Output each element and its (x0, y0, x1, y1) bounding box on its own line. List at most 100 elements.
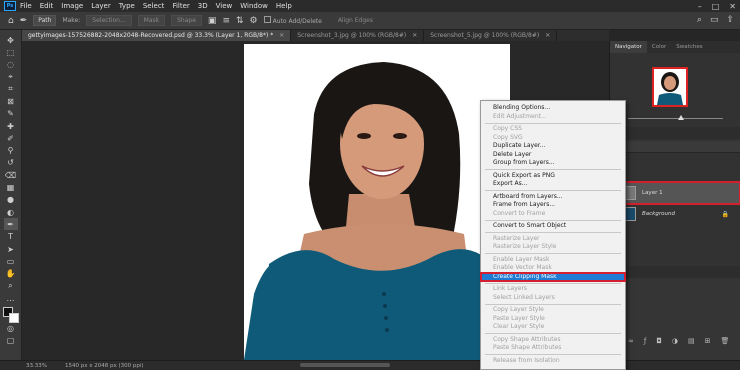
menu-separator (485, 354, 621, 355)
new-layer-icon[interactable]: ⊞ (705, 337, 711, 345)
history-brush-tool-icon[interactable]: ↺ (4, 157, 18, 169)
tab-label: gettyimages-157526882-2048x2048-Recovere… (28, 32, 274, 39)
move-tool-icon[interactable]: ✥ (4, 34, 18, 46)
layer-row-layer-1[interactable]: Layer 1 (622, 181, 740, 205)
fx-icon[interactable]: ƒ (644, 337, 646, 345)
path-operations-icon[interactable]: ▣ (208, 16, 217, 26)
menu-image[interactable]: Image (61, 2, 83, 10)
menu-item-create-clipping-mask[interactable]: Create Clipping Mask (480, 271, 626, 282)
quick-selection-tool-icon[interactable]: ⌖ (4, 71, 18, 83)
tab-label: Screenshot_3.jpg @ 100% (RGB/8#) (297, 32, 407, 39)
pen-tool-icon-sidebar[interactable]: ✒ (3, 218, 18, 231)
menu-layer[interactable]: Layer (91, 2, 111, 10)
tab-navigator[interactable]: Navigator (610, 41, 647, 53)
hand-tool-icon[interactable]: ✋ (4, 268, 18, 280)
horizontal-scrollbar[interactable] (300, 363, 390, 367)
quick-mask-icon[interactable]: ◎ (4, 323, 18, 335)
close-window-button[interactable]: ✕ (729, 2, 736, 11)
close-icon[interactable]: ✕ (279, 32, 284, 39)
minimize-button[interactable]: – (698, 2, 702, 11)
rectangle-tool-icon[interactable]: ▭ (4, 255, 18, 267)
menu-item-export-as[interactable]: Export As... (481, 180, 625, 189)
crop-tool-icon[interactable]: ⌗ (4, 83, 18, 95)
home-icon[interactable]: ⌂ (8, 16, 14, 26)
path-alignment-icon[interactable]: ≡ (222, 16, 230, 26)
menu-item-group-from-layers[interactable]: Group from Layers... (481, 159, 625, 168)
search-icon[interactable]: ⌕ (697, 15, 702, 25)
frame-tool-icon[interactable]: ⊠ (4, 95, 18, 107)
close-icon[interactable]: ✕ (545, 32, 550, 39)
navigator-thumbnail[interactable] (652, 67, 688, 107)
menu-item-edit-adjustment: Edit Adjustment... (493, 112, 547, 120)
workspace-icon[interactable]: ▭ (710, 15, 719, 25)
path-arrangement-icon[interactable]: ⇅ (236, 16, 244, 26)
lock-icon: 🔒 (721, 210, 729, 218)
menu-item-copy-shape-attributes: Copy Shape Attributes (493, 335, 561, 343)
menu-item-delete-layer[interactable]: Delete Layer (481, 151, 625, 160)
menu-item-artboard-from-layers[interactable]: Artboard from Layers... (481, 193, 625, 202)
menu-item-blending-options[interactable]: Blending Options... (481, 104, 625, 113)
eraser-tool-icon[interactable]: ⌫ (4, 169, 18, 181)
layer-row-background[interactable]: Background 🔒 (624, 204, 739, 224)
document-canvas-photo[interactable] (244, 44, 510, 360)
pen-mode-select[interactable]: Path (33, 15, 57, 26)
artboard-tool-icon[interactable]: ⬚ (4, 46, 18, 58)
more-tools-icon[interactable]: … (4, 292, 18, 304)
make-mask-button[interactable]: Mask (137, 15, 166, 26)
menu-edit[interactable]: Edit (40, 2, 54, 10)
tools-panel: ✥ ⬚ ◌ ⌖ ⌗ ⊠ ✎ ✚ ✐ ⚲ ↺ ⌫ ▦ ● ◐ ✒ T ➤ ▭ ✋ … (0, 30, 22, 360)
dodge-tool-icon[interactable]: ◐ (4, 206, 18, 218)
menu-item-frame-from-layers[interactable]: Frame from Layers... (481, 201, 625, 210)
auto-add-delete-checkbox[interactable]: Auto Add/Delete (263, 16, 322, 25)
menu-type[interactable]: Type (119, 2, 135, 10)
clone-stamp-tool-icon[interactable]: ⚲ (4, 145, 18, 157)
menu-select[interactable]: Select (143, 2, 165, 10)
screen-mode-icon[interactable]: ▢ (4, 335, 18, 347)
tab-screenshot-3[interactable]: Screenshot_3.jpg @ 100% (RGB/8#) ✕ (291, 30, 425, 41)
blur-tool-icon[interactable]: ● (4, 194, 18, 206)
menu-window[interactable]: Window (240, 2, 268, 10)
menu-item-duplicate-layer[interactable]: Duplicate Layer... (481, 142, 625, 151)
tab-swatches[interactable]: Swatches (671, 41, 707, 53)
gear-icon[interactable]: ⚙ (250, 16, 258, 26)
mask-icon[interactable]: ◘ (656, 337, 662, 345)
healing-brush-tool-icon[interactable]: ✚ (4, 120, 18, 132)
tab-document-main[interactable]: gettyimages-157526882-2048x2048-Recovere… (22, 30, 292, 41)
navigator-zoom-slider[interactable] (618, 115, 738, 121)
zoom-level[interactable]: 33.33% (26, 363, 47, 369)
folder-icon[interactable]: ▤ (688, 337, 695, 345)
type-tool-icon[interactable]: T (4, 231, 18, 243)
lasso-tool-icon[interactable]: ◌ (4, 59, 18, 71)
gradient-tool-icon[interactable]: ▦ (4, 182, 18, 194)
maximize-button[interactable]: □ (712, 2, 720, 11)
layer-name: Layer 1 (642, 190, 663, 196)
background-color[interactable] (8, 312, 19, 323)
brush-tool-icon[interactable]: ✐ (4, 132, 18, 144)
menu-separator (485, 232, 621, 233)
share-icon[interactable]: ⇪ (726, 15, 734, 25)
menu-item-quick-export-as-png[interactable]: Quick Export as PNG (481, 172, 625, 181)
zoom-knob[interactable] (678, 115, 684, 120)
adjustment-icon[interactable]: ◑ (672, 337, 678, 345)
zoom-track (628, 118, 723, 119)
make-selection-button[interactable]: Selection... (86, 15, 132, 26)
eyedropper-tool-icon[interactable]: ✎ (4, 108, 18, 120)
tab-color[interactable]: Color (647, 41, 671, 53)
trash-icon[interactable]: 🗑 (720, 337, 729, 345)
menu-view[interactable]: View (216, 2, 233, 10)
menu-3d[interactable]: 3D (198, 2, 208, 10)
make-shape-button[interactable]: Shape (171, 15, 202, 26)
close-icon[interactable]: ✕ (412, 32, 417, 39)
tab-screenshot-5[interactable]: Screenshot_5.jpg @ 100% (RGB/8#) ✕ (424, 30, 558, 41)
pen-tool-icon[interactable]: ✒ (20, 16, 28, 26)
color-swatches[interactable] (2, 306, 19, 323)
menu-filter[interactable]: Filter (172, 2, 189, 10)
menu-item-copy-layer-style: Copy Layer Style (493, 306, 544, 313)
menu-file[interactable]: File (20, 2, 32, 10)
link-icon[interactable]: ∞ (628, 337, 634, 345)
menu-help[interactable]: Help (276, 2, 292, 10)
make-label: Make: (62, 17, 81, 24)
path-selection-tool-icon[interactable]: ➤ (4, 243, 18, 255)
menu-item-convert-to-smart-object[interactable]: Convert to Smart Object (481, 222, 625, 231)
zoom-tool-icon[interactable]: ⌕ (4, 280, 18, 292)
